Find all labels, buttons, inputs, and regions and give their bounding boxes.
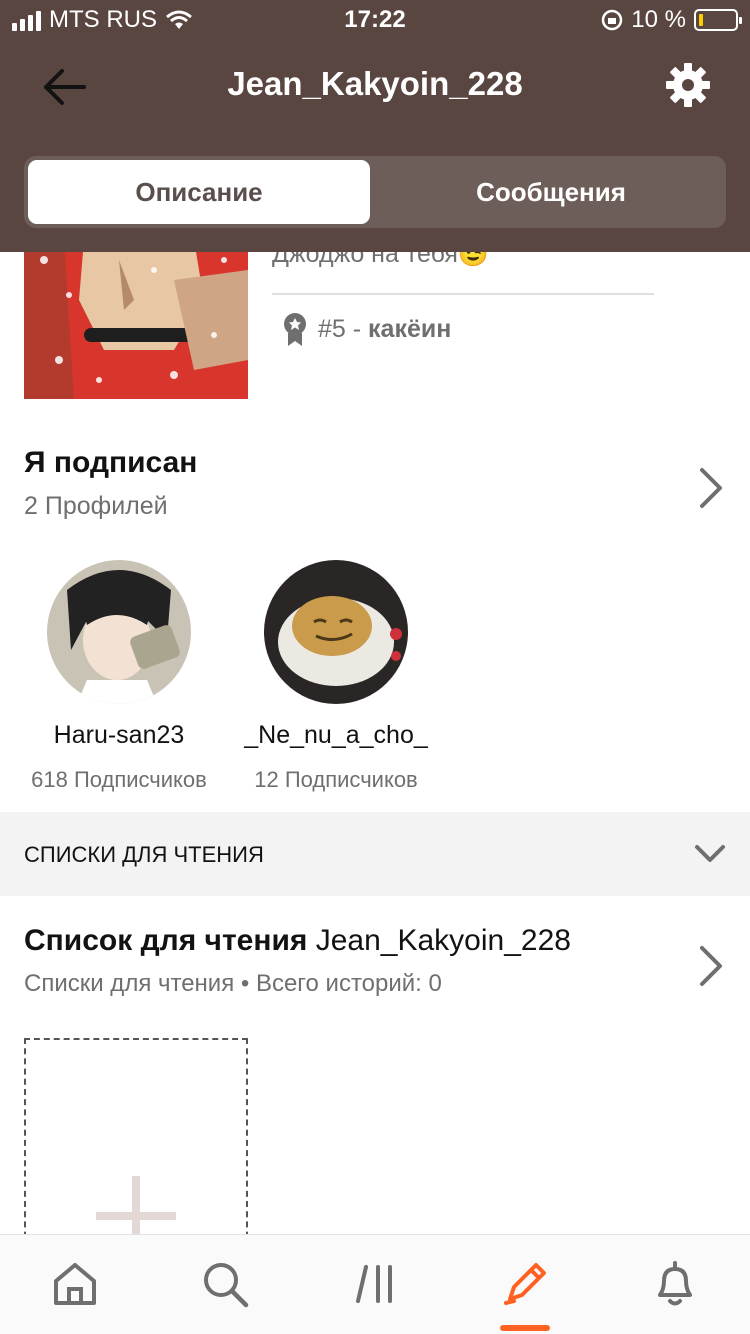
nav-bar: Jean_Kakyoin_228	[0, 45, 750, 125]
reading-list-owner: Jean_Kakyoin_228	[315, 924, 571, 957]
add-story-card[interactable]	[24, 1038, 248, 1258]
rank-separator: -	[345, 314, 369, 343]
page-title: Jean_Kakyoin_228	[227, 65, 523, 102]
orientation-lock-icon	[602, 9, 623, 31]
chevron-right-icon[interactable]	[696, 466, 726, 510]
profile-subscribers: 618 Подписчиков	[31, 767, 207, 792]
following-title[interactable]: Я подписан	[24, 446, 197, 480]
battery-icon	[694, 9, 742, 31]
reading-list-title[interactable]: Список для чтения Jean_Kakyoin_228	[24, 924, 571, 958]
write-icon[interactable]	[500, 1259, 550, 1309]
divider	[272, 293, 654, 295]
followed-profile[interactable]: Haru-san23 618 Подписчиков	[14, 560, 224, 793]
reading-lists-header[interactable]: СПИСКИ ДЛЯ ЧТЕНИЯ	[0, 812, 750, 896]
profile-subscribers: 12 Подписчиков	[254, 767, 418, 792]
profile-name[interactable]: _Ne_nu_a_cho_	[231, 721, 441, 750]
rank-number: #5	[318, 314, 346, 343]
tab-messages[interactable]: Сообщения	[380, 160, 722, 224]
followed-profile[interactable]: _Ne_nu_a_cho_ 12 Подписчиков	[231, 560, 441, 793]
home-icon[interactable]	[50, 1259, 100, 1309]
profile-name[interactable]: Haru-san23	[14, 721, 224, 750]
chevron-right-icon[interactable]	[696, 944, 726, 988]
profile-tabs: Описание Сообщения	[24, 156, 726, 228]
notifications-icon[interactable]	[650, 1259, 700, 1309]
following-count: 2 Профилей	[24, 492, 168, 520]
status-bar: MTS RUS 17:22 10 %	[0, 0, 750, 40]
chevron-down-icon[interactable]	[694, 842, 726, 866]
avatar[interactable]	[264, 560, 408, 704]
rank-badge: #5 - какёин	[282, 312, 451, 346]
profile-header: MTS RUS 17:22 10 % Jean_Kakyoin_228 Опис…	[0, 0, 750, 252]
bottom-tab-bar	[0, 1234, 750, 1334]
avatar[interactable]	[47, 560, 191, 704]
award-ribbon-icon	[284, 313, 306, 346]
search-icon[interactable]	[200, 1259, 250, 1309]
rank-label: какёин	[368, 314, 452, 343]
battery-percent: 10 %	[631, 6, 686, 33]
library-icon[interactable]	[350, 1259, 400, 1309]
tab-description[interactable]: Описание	[28, 160, 370, 224]
active-tab-indicator	[500, 1325, 550, 1331]
profile-cover-image	[24, 240, 248, 399]
reading-list-title-prefix: Список для чтения	[24, 924, 308, 957]
gear-icon[interactable]	[666, 63, 710, 107]
section-label: СПИСКИ ДЛЯ ЧТЕНИЯ	[24, 842, 264, 867]
reading-list-subtitle: Списки для чтения • Всего историй: 0	[24, 970, 442, 997]
